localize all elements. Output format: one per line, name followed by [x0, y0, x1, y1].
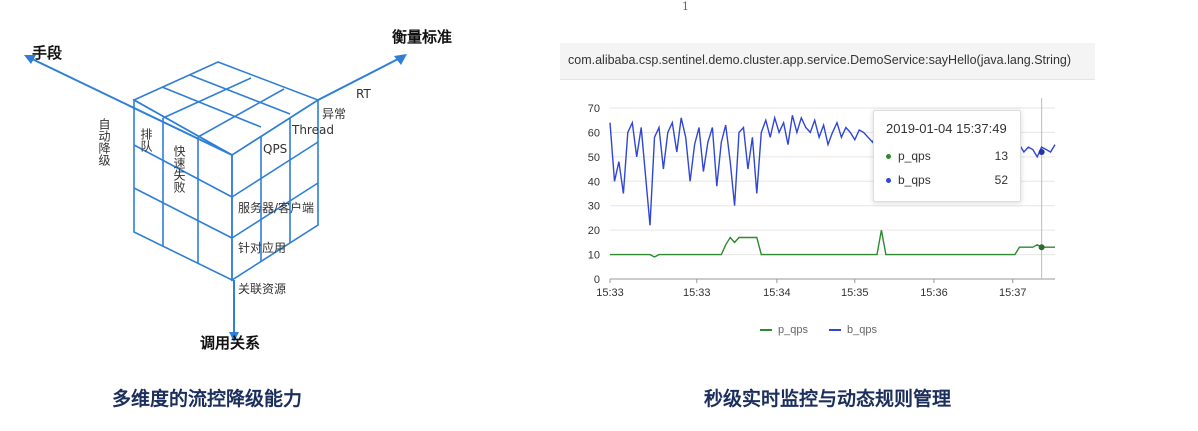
chart-legend: p_qps b_qps	[760, 324, 895, 336]
x-tick-label: 15:37	[999, 287, 1027, 299]
axis-label-relation: 调用关系	[200, 334, 260, 352]
y-tick-label: 40	[588, 176, 600, 188]
label-related-resource: 关联资源	[238, 282, 286, 296]
label-server-client: 服务器/客户端	[238, 200, 314, 215]
tooltip-row-b-qps: b_qps 52	[886, 173, 1008, 187]
x-tick-label: 15:35	[841, 287, 869, 299]
caption-right: 秒级实时监控与动态规则管理	[704, 388, 952, 410]
caption-left: 多维度的流控降级能力	[112, 388, 303, 410]
legend-swatch-b-qps	[829, 329, 842, 332]
label-exception: 异常	[322, 107, 346, 121]
axis-label-means: 手段	[32, 44, 62, 62]
y-tick-label: 10	[588, 250, 600, 262]
tooltip-name-b-qps: b_qps	[898, 173, 931, 187]
y-tick-label: 30	[588, 201, 600, 213]
label-rt: RT	[356, 87, 371, 101]
chart-title: com.alibaba.csp.sentinel.demo.cluster.ap…	[568, 53, 1072, 67]
legend-swatch-p-qps	[760, 329, 772, 332]
y-tick-label: 0	[594, 274, 600, 286]
label-auto-degrade: 自动降级	[97, 118, 111, 166]
x-tick-label: 15:33	[683, 287, 711, 299]
legend-item-b-qps[interactable]: b_qps	[829, 324, 877, 336]
label-fail-fast: 快速失败	[172, 145, 186, 193]
tooltip-name-p-qps: p_qps	[898, 149, 931, 163]
cube-diagram: 手段 衡量标准 调用关系 自动降级 排队 快速失败 RT 异常 Thread Q…	[24, 28, 452, 352]
tooltip-value-p-qps: 13	[994, 149, 1008, 163]
label-queue: 排队	[139, 128, 153, 152]
chart-tooltip: 2019-01-04 15:37:49 p_qps 13 b_qps 52	[873, 110, 1021, 202]
tooltip-value-b-qps: 52	[994, 173, 1008, 187]
label-thread: Thread	[291, 123, 334, 137]
series-line-p-qps	[610, 229, 1055, 258]
legend-label-b-qps: b_qps	[847, 324, 878, 336]
y-tick-label: 50	[588, 152, 600, 164]
y-tick-label: 20	[588, 225, 600, 237]
tooltip-dot-b-qps	[886, 178, 891, 184]
axis-label-metrics: 衡量标准	[392, 28, 452, 46]
x-tick-label: 15:33	[596, 287, 624, 299]
x-tick-label: 15:36	[920, 287, 948, 299]
hover-dot-p-qps	[1038, 244, 1045, 251]
label-per-app: 针对应用	[238, 240, 286, 255]
label-qps: QPS	[263, 142, 287, 156]
axis-lines	[24, 54, 407, 342]
page-number: 1	[682, 0, 689, 13]
tooltip-dot-p-qps	[886, 154, 891, 160]
y-tick-label: 70	[588, 103, 600, 115]
y-tick-label: 60	[588, 127, 600, 139]
hover-dot-b-qps	[1038, 148, 1045, 155]
chart-header: com.alibaba.csp.sentinel.demo.cluster.ap…	[560, 43, 1095, 80]
tooltip-time: 2019-01-04 15:37:49	[886, 121, 1007, 136]
tooltip-row-p-qps: p_qps 13	[886, 149, 1008, 163]
legend-label-p-qps: p_qps	[778, 324, 808, 336]
legend-item-p-qps[interactable]: p_qps	[760, 324, 808, 336]
x-tick-label: 15:34	[763, 287, 791, 299]
